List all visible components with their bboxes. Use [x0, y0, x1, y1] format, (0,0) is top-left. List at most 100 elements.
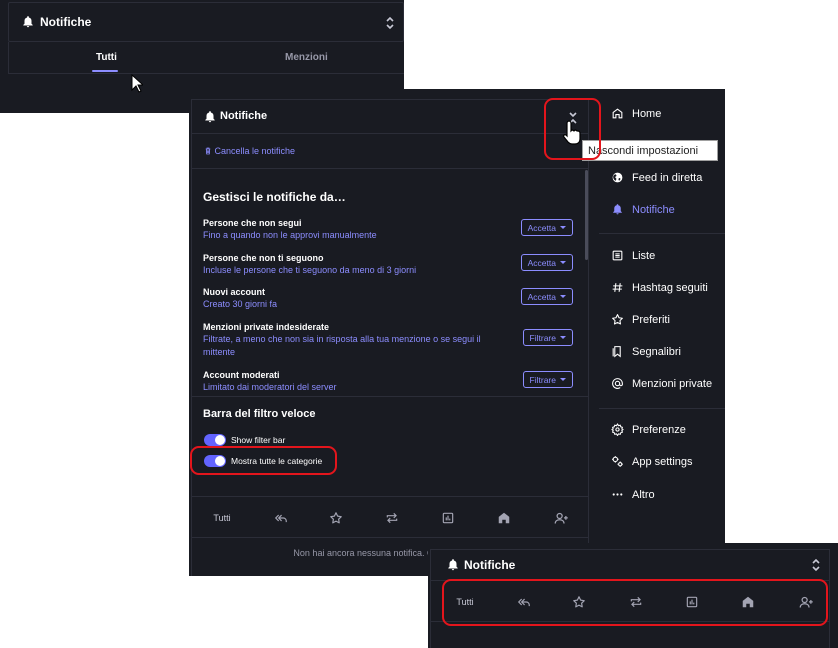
bell-icon — [203, 110, 217, 124]
filter-statuses[interactable] — [487, 497, 521, 539]
bell-icon — [611, 203, 624, 216]
setting-title: Menzioni private indesiderate — [203, 322, 330, 332]
column-title: Notifiche — [40, 15, 92, 29]
tooltip: Nascondi impostazioni — [582, 140, 718, 161]
setting-title: Account moderati — [203, 370, 280, 380]
nav-label: Segnalibri — [632, 345, 681, 358]
clear-notifications-link[interactable]: Cancella le notifiche — [204, 146, 295, 156]
highlight-collapse-button — [544, 98, 601, 160]
more-icon — [611, 488, 624, 501]
star-icon — [611, 313, 624, 326]
setting-description: Incluse le persone che ti seguono da men… — [203, 265, 417, 275]
globe-icon — [611, 171, 624, 184]
nav-label: Hashtag seguiti — [632, 281, 708, 294]
nav-bookmarks[interactable]: Segnalibri — [611, 345, 681, 358]
home-icon — [497, 511, 511, 525]
gear-icon — [611, 423, 624, 436]
column-title: Notifiche — [464, 558, 516, 572]
policy-select[interactable]: Filtrare — [522, 371, 573, 388]
setting-description: Filtrate, a meno che non sia in risposta… — [203, 334, 481, 357]
reply-all-icon — [274, 511, 288, 525]
nav-label: Home — [632, 107, 662, 120]
notification-filter-bar: Tutti — [192, 496, 588, 538]
poll-icon — [441, 511, 455, 525]
highlight-show-all-categories — [190, 446, 337, 475]
nav-more[interactable]: Altro — [611, 488, 655, 501]
nav-divider — [599, 408, 725, 409]
nav-home[interactable]: Home — [611, 107, 661, 120]
tab-mentions[interactable]: Menzioni — [285, 52, 328, 63]
policy-select-value: Accetta — [527, 222, 556, 233]
policy-select[interactable]: Accetta — [520, 254, 573, 271]
notification-tabs: Tutti Menzioni — [8, 42, 404, 74]
nav-lists[interactable]: Liste — [611, 249, 655, 262]
home-icon — [611, 107, 624, 120]
nav-live-feed[interactable]: Feed in diretta — [611, 171, 702, 184]
caret-down-icon — [560, 378, 566, 381]
policy-select[interactable]: Filtrare — [522, 329, 573, 346]
clear-notifications-label: Cancella le notifiche — [214, 146, 296, 156]
nav-app-settings[interactable]: App settings — [611, 455, 693, 468]
arrow-cursor-icon — [131, 74, 143, 93]
highlight-filter-bar — [442, 579, 828, 626]
setting-title: Persone che non ti seguono — [203, 253, 324, 263]
nav-label: Feed in diretta — [632, 171, 703, 184]
setting-new-accounts: Nuovi account Creato 30 giorni fa Accett… — [203, 286, 573, 311]
follow-icon — [554, 511, 569, 526]
nav-private-mentions[interactable]: Menzioni private — [611, 377, 712, 390]
filter-all[interactable]: Tutti — [202, 497, 242, 539]
toggle-switch[interactable] — [204, 434, 226, 446]
setting-description: Creato 30 giorni fa — [203, 299, 278, 309]
filter-follows[interactable] — [544, 497, 578, 539]
setting-title: Persone che non segui — [203, 218, 302, 228]
notifications-column: Notifiche Cancella le notifiche Gestisci… — [191, 99, 589, 576]
app-settings-icon — [611, 455, 624, 468]
policy-select[interactable]: Accetta — [520, 219, 573, 236]
tab-all[interactable]: Tutti — [96, 52, 117, 63]
filter-favourites[interactable] — [319, 497, 353, 539]
setting-description: Limitato dai moderatori del server — [203, 382, 337, 392]
nav-followed-hashtags[interactable]: Hashtag seguiti — [611, 281, 708, 294]
caret-down-icon — [560, 295, 566, 298]
notifications-panel-main: Notifiche Cancella le notifiche Gestisci… — [189, 89, 725, 576]
filter-boosts[interactable] — [375, 497, 409, 539]
setting-not-following: Persone che non segui Fino a quando non … — [203, 217, 573, 242]
nav-notifications[interactable]: Notifiche — [611, 203, 675, 216]
clear-notifications-row: Cancella le notifiche — [192, 134, 588, 169]
navigation-sidebar: Home Feed in diretta Notifiche Liste Has… — [599, 89, 725, 576]
manage-notifications-title: Gestisci le notifiche da… — [203, 190, 346, 204]
bookmarks-icon — [611, 345, 624, 358]
setting-title: Nuovi account — [203, 287, 266, 297]
setting-private-mentions: Menzioni private indesiderate Filtrate, … — [203, 321, 573, 359]
nav-favourites[interactable]: Preferiti — [611, 313, 670, 326]
nav-label: Notifiche — [632, 203, 675, 216]
setting-not-followers: Persone che non ti seguono Incluse le pe… — [203, 252, 573, 277]
column-title: Notifiche — [220, 110, 268, 122]
column-header[interactable]: Notifiche — [192, 100, 588, 134]
setting-description: Fino a quando non le approvi manualmente — [203, 230, 377, 240]
filter-mentions[interactable] — [264, 497, 298, 539]
nav-preferences[interactable]: Preferenze — [611, 423, 686, 436]
column-header[interactable]: Notifiche — [430, 549, 830, 580]
expand-settings-icon[interactable] — [811, 557, 821, 573]
boost-icon — [385, 511, 399, 525]
caret-down-icon — [560, 261, 566, 264]
scrollbar[interactable] — [585, 170, 588, 260]
policy-select-value: Accetta — [527, 257, 556, 268]
nav-label: Altro — [632, 488, 655, 501]
policy-select-value: Filtrare — [529, 332, 556, 343]
toggle-show-filter-bar[interactable]: Show filter bar — [204, 434, 285, 446]
filter-all-label: Tutti — [213, 513, 231, 523]
nav-label: Liste — [632, 249, 656, 262]
trash-icon — [204, 147, 212, 155]
nav-label: Preferenze — [632, 423, 686, 436]
caret-down-icon — [560, 336, 566, 339]
filter-polls[interactable] — [431, 497, 465, 539]
policy-select[interactable]: Accetta — [520, 288, 573, 305]
active-tab-indicator — [92, 70, 118, 72]
nav-divider — [599, 233, 725, 234]
expand-settings-icon[interactable] — [385, 15, 395, 31]
list-icon — [611, 249, 624, 262]
column-header[interactable]: Notifiche — [8, 2, 404, 42]
quick-filter-title: Barra del filtro veloce — [203, 408, 316, 420]
